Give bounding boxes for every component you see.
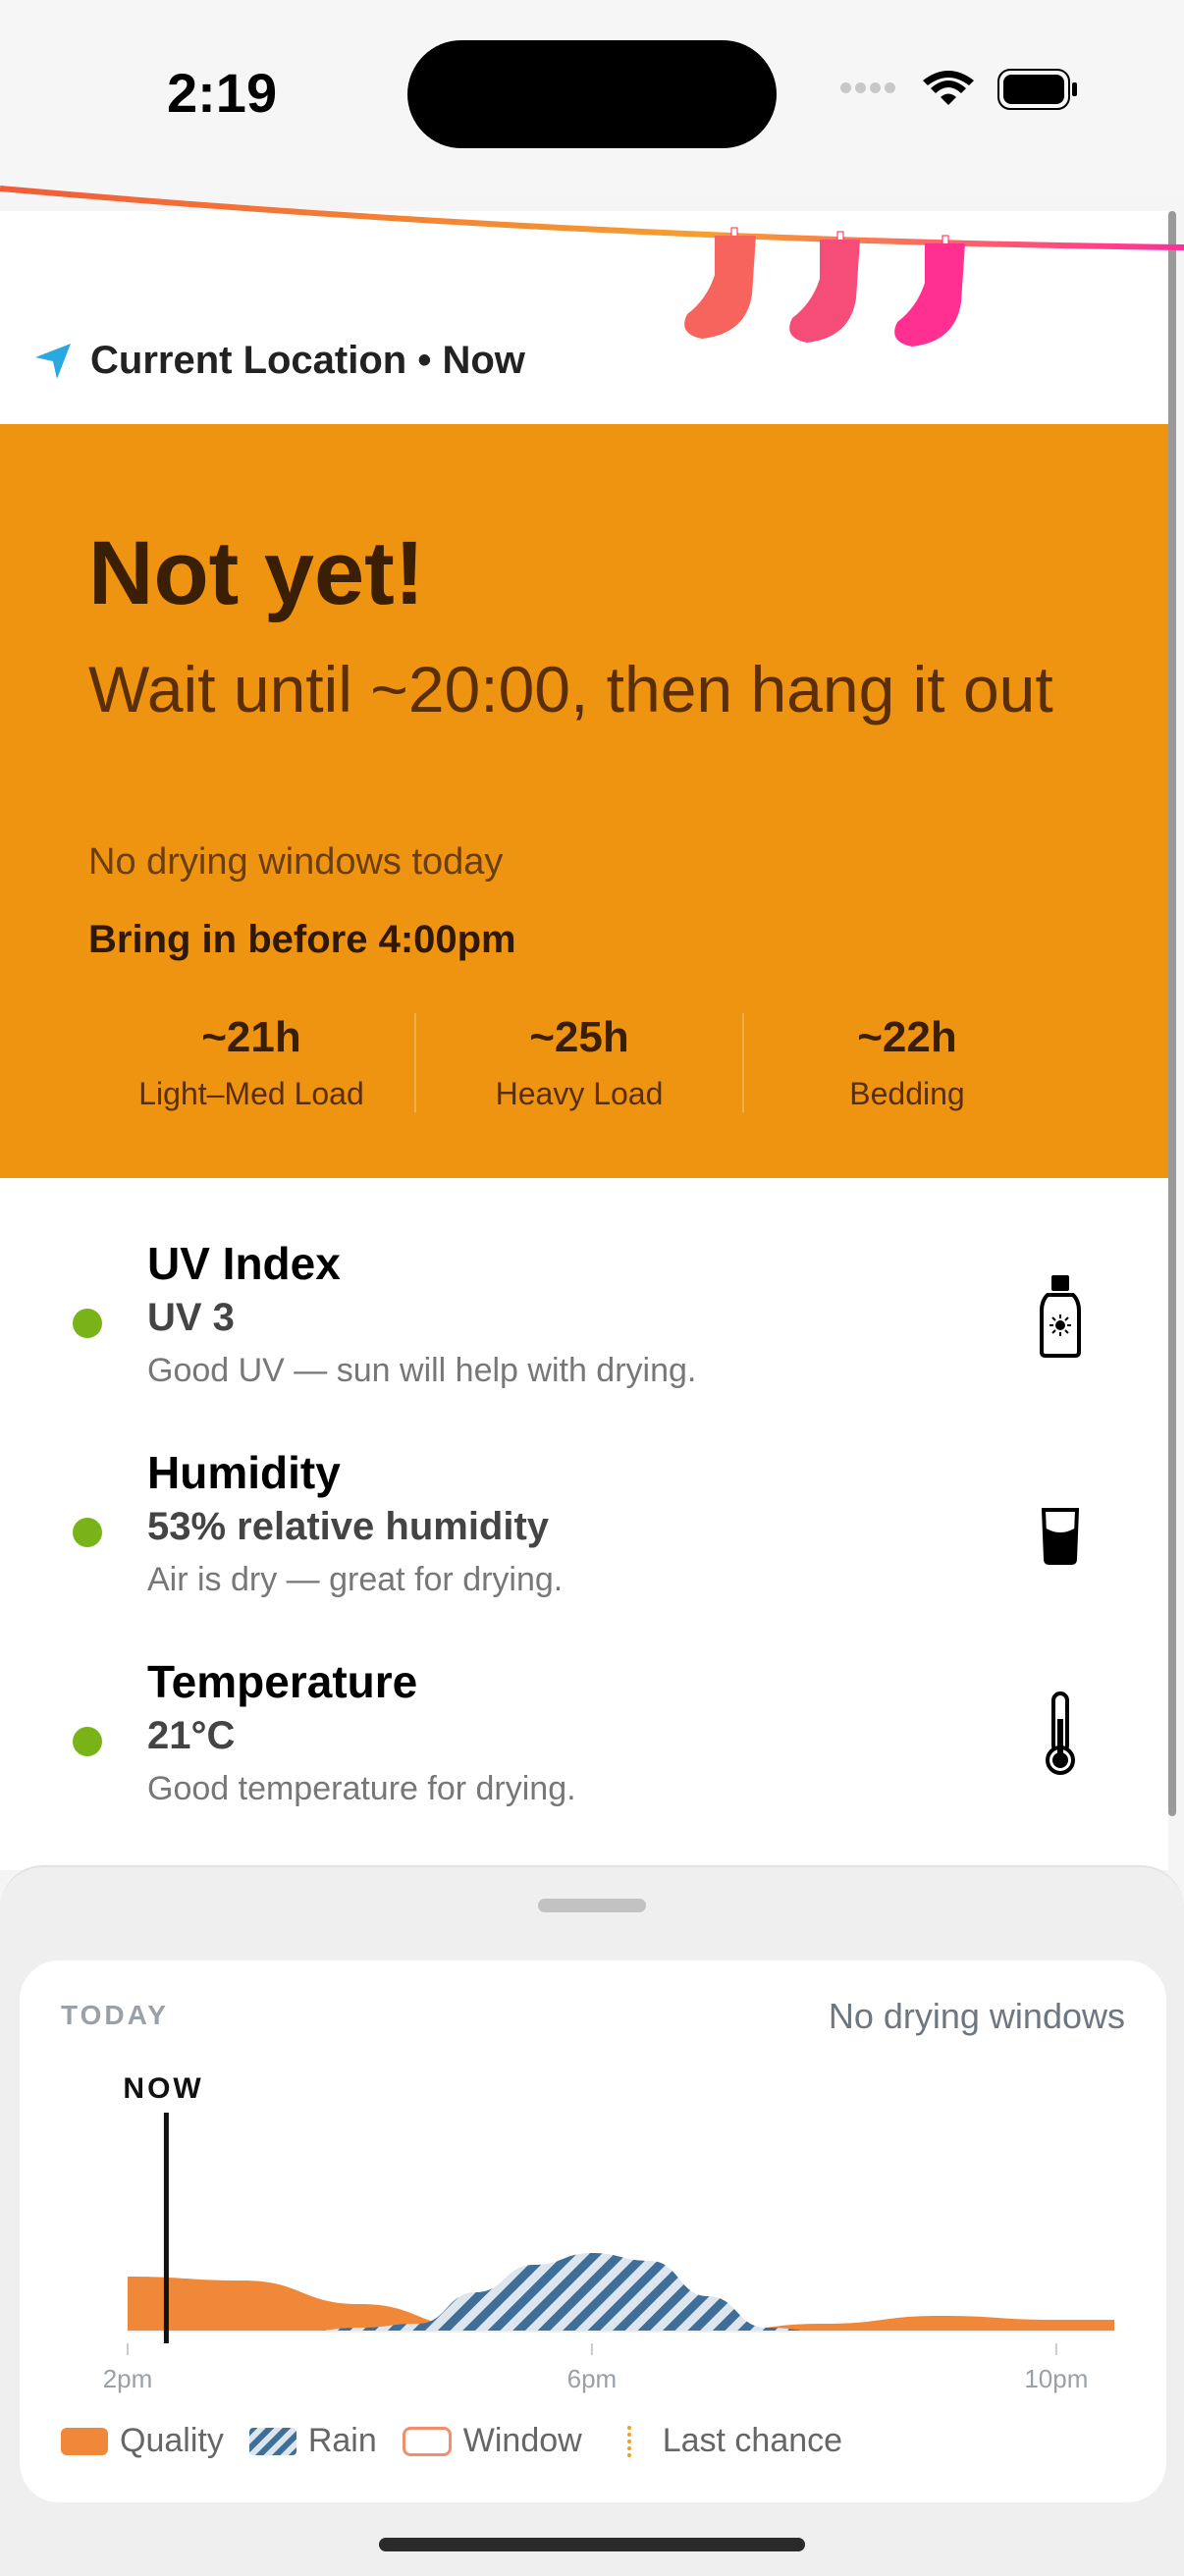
load-value: ~21h bbox=[201, 1013, 301, 1061]
window-swatch bbox=[402, 2426, 452, 2456]
rain-swatch bbox=[248, 2427, 296, 2455]
load-label: Bedding bbox=[849, 1076, 965, 1111]
sock-icon bbox=[894, 235, 965, 347]
location-row[interactable]: Current Location • Now bbox=[33, 339, 525, 383]
status-icons bbox=[840, 69, 1078, 110]
load-estimate-bedding: ~22h Bedding bbox=[744, 1013, 1070, 1112]
water-glass-icon bbox=[1041, 1508, 1080, 1565]
forecast-sheet[interactable]: TODAY No drying windows 2pm 6pm 10pm NOW Q… bbox=[0, 1865, 1184, 2576]
load-label: Light–Med Load bbox=[138, 1076, 364, 1111]
last-chance-swatch bbox=[626, 2425, 631, 2457]
legend-label: Window bbox=[462, 2422, 582, 2459]
sheet-grabber[interactable] bbox=[538, 1899, 646, 1912]
x-tick-label: 2pm bbox=[103, 2364, 153, 2393]
status-dot bbox=[73, 1309, 102, 1338]
metric-title: Temperature bbox=[147, 1656, 418, 1707]
legend-item-last-chance: Last chance bbox=[608, 2422, 842, 2460]
windows-summary: No drying windows bbox=[828, 1996, 1125, 2036]
bring-in-notice: Bring in before 4:00pm bbox=[88, 918, 516, 961]
legend-item-rain: Rain bbox=[248, 2422, 377, 2460]
metric-humidity[interactable]: Humidity 53% relative humidity Air is dr… bbox=[0, 1446, 1168, 1642]
home-indicator[interactable] bbox=[379, 2538, 805, 2551]
now-label: NOW bbox=[123, 2072, 203, 2105]
verdict-headline: Not yet! bbox=[88, 523, 425, 623]
legend-label: Quality bbox=[120, 2422, 224, 2459]
metric-title: UV Index bbox=[147, 1238, 341, 1289]
x-tick-label: 10pm bbox=[1024, 2364, 1088, 2393]
sunscreen-bottle-icon bbox=[1040, 1275, 1081, 1358]
metric-description: Good temperature for drying. bbox=[147, 1770, 576, 1807]
x-tick-label: 6pm bbox=[567, 2364, 618, 2393]
clothesline-illustration bbox=[0, 186, 1184, 347]
metric-value: 21°C bbox=[147, 1714, 236, 1757]
legend-label: Rain bbox=[307, 2422, 377, 2459]
location-label: Current Location • Now bbox=[90, 339, 525, 382]
dynamic-island bbox=[407, 40, 777, 148]
metric-value: UV 3 bbox=[147, 1296, 235, 1339]
load-value: ~25h bbox=[529, 1013, 629, 1061]
status-dot bbox=[73, 1518, 102, 1547]
location-arrow-icon bbox=[35, 343, 71, 379]
load-value: ~22h bbox=[857, 1013, 957, 1061]
scroll-indicator[interactable] bbox=[1168, 211, 1176, 1816]
forecast-chart[interactable]: 2pm 6pm 10pm NOW bbox=[20, 2049, 1166, 2412]
battery-icon bbox=[997, 69, 1077, 110]
legend-label: Last chance bbox=[662, 2422, 843, 2459]
sock-icon bbox=[789, 231, 860, 343]
thermometer-icon bbox=[1046, 1691, 1075, 1775]
signal-icon bbox=[840, 80, 899, 98]
metric-value: 53% relative humidity bbox=[147, 1505, 550, 1548]
legend-item-window: Window bbox=[402, 2422, 582, 2460]
chart-legend: Quality Rain Window Last chance bbox=[61, 2422, 842, 2460]
metric-description: Good UV — sun will help with drying. bbox=[147, 1352, 697, 1389]
verdict-subhead: Wait until ~20:00, then hang it out bbox=[88, 653, 1053, 725]
status-bar: 2:19 bbox=[0, 0, 1184, 196]
quality-swatch bbox=[61, 2427, 108, 2455]
wifi-icon bbox=[923, 71, 974, 105]
metric-title: Humidity bbox=[147, 1447, 341, 1498]
verdict-banner: Not yet! Wait until ~20:00, then hang it… bbox=[0, 424, 1168, 1178]
load-label: Heavy Load bbox=[495, 1076, 664, 1111]
metric-description: Air is dry — great for drying. bbox=[147, 1561, 564, 1598]
status-time: 2:19 bbox=[167, 62, 278, 124]
forecast-card: TODAY No drying windows 2pm 6pm 10pm NOW Q… bbox=[20, 1960, 1166, 2502]
load-estimate-heavy: ~25h Heavy Load bbox=[416, 1013, 744, 1112]
status-dot bbox=[73, 1727, 102, 1756]
verdict-note: No drying windows today bbox=[88, 841, 504, 883]
drying-time-estimates: ~21h Light–Med Load ~25h Heavy Load ~22h… bbox=[88, 1013, 1070, 1112]
sock-icon bbox=[684, 227, 756, 339]
legend-item-quality: Quality bbox=[61, 2422, 224, 2460]
metric-uv-index[interactable]: UV Index UV 3 Good UV — sun will help wi… bbox=[0, 1237, 1168, 1433]
metric-temperature[interactable]: Temperature 21°C Good temperature for dr… bbox=[0, 1655, 1168, 1852]
today-label: TODAY bbox=[61, 2000, 169, 2030]
load-estimate-light: ~21h Light–Med Load bbox=[88, 1013, 416, 1112]
